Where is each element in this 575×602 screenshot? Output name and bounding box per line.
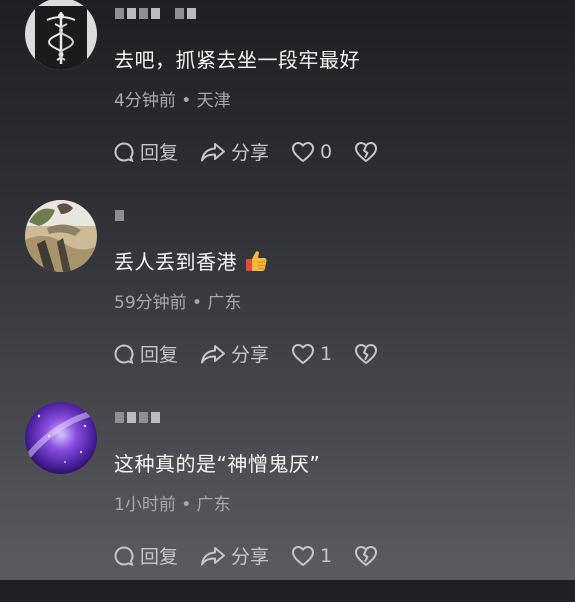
comment-actions: 回复 分享 0 bbox=[113, 138, 378, 165]
comment-text-body: 丢人丢到香港 bbox=[114, 250, 237, 274]
reply-button[interactable]: 回复 bbox=[113, 138, 178, 165]
meta-separator: • bbox=[175, 495, 197, 515]
reply-label: 回复 bbox=[140, 344, 179, 366]
comment-bubble-icon bbox=[114, 141, 134, 162]
like-button[interactable]: 1 bbox=[291, 545, 332, 567]
comment-time: 59分钟前 bbox=[114, 293, 187, 313]
comment-actions: 回复 分享 1 bbox=[113, 542, 378, 569]
comment-text-body: 去吧，抓紧去坐一段牢最好 bbox=[114, 48, 360, 72]
username-masked[interactable] bbox=[115, 210, 124, 221]
share-button[interactable]: 分享 bbox=[200, 138, 269, 165]
reply-button[interactable]: 回复 bbox=[113, 542, 178, 569]
username-masked[interactable] bbox=[115, 8, 196, 19]
comment-time: 1小时前 bbox=[114, 495, 176, 515]
dislike-button[interactable] bbox=[354, 545, 378, 567]
user-avatar[interactable] bbox=[25, 0, 97, 70]
comment-bubble-icon bbox=[114, 343, 134, 364]
comment-text-body: 这种真的是“神憎鬼厌” bbox=[114, 452, 321, 476]
reply-label: 回复 bbox=[140, 142, 179, 164]
share-arrow-icon bbox=[201, 546, 226, 565]
like-count: 0 bbox=[320, 140, 333, 163]
comment-time: 4分钟前 bbox=[114, 91, 176, 111]
username-masked[interactable] bbox=[115, 412, 160, 423]
user-avatar[interactable] bbox=[25, 402, 97, 474]
share-button[interactable]: 分享 bbox=[200, 340, 269, 367]
broken-heart-icon bbox=[355, 141, 378, 162]
dislike-button[interactable] bbox=[354, 141, 378, 163]
share-label: 分享 bbox=[231, 344, 270, 366]
comment-text: 丢人丢到香港 bbox=[114, 246, 269, 275]
reply-button[interactable]: 回复 bbox=[113, 340, 178, 367]
comment-location: 广东 bbox=[207, 293, 242, 313]
comment-actions: 回复 分享 1 bbox=[113, 340, 378, 367]
comment-item-3: 这种真的是“神憎鬼厌” 1小时前 • 广东 回复 分享 1 bbox=[0, 402, 575, 602]
share-button[interactable]: 分享 bbox=[200, 542, 269, 569]
dislike-button[interactable] bbox=[354, 343, 378, 365]
heart-icon bbox=[292, 141, 315, 162]
comment-location: 天津 bbox=[196, 91, 231, 111]
meta-separator: • bbox=[186, 293, 208, 313]
share-arrow-icon bbox=[201, 344, 226, 363]
broken-heart-icon bbox=[355, 545, 378, 566]
share-arrow-icon bbox=[201, 142, 226, 161]
user-avatar[interactable] bbox=[25, 200, 97, 272]
heart-icon bbox=[292, 343, 315, 364]
share-label: 分享 bbox=[231, 142, 270, 164]
heart-icon bbox=[292, 545, 315, 566]
comment-text: 去吧，抓紧去坐一段牢最好 bbox=[114, 44, 360, 73]
share-label: 分享 bbox=[231, 546, 270, 568]
like-count: 1 bbox=[320, 342, 333, 365]
like-count: 1 bbox=[320, 544, 333, 567]
comment-meta: 4分钟前 • 天津 bbox=[114, 86, 231, 111]
comment-location: 广东 bbox=[196, 495, 231, 515]
thumbs-up-emoji-icon bbox=[243, 248, 269, 274]
like-button[interactable]: 0 bbox=[291, 141, 332, 163]
comment-item-2: 丢人丢到香港 59分钟前 • 广东 回复 分享 1 bbox=[0, 200, 575, 400]
broken-heart-icon bbox=[355, 343, 378, 364]
comment-item-1: 去吧，抓紧去坐一段牢最好 4分钟前 • 天津 回复 分享 0 bbox=[0, 0, 575, 198]
comment-bubble-icon bbox=[114, 545, 134, 566]
comment-meta: 1小时前 • 广东 bbox=[114, 490, 231, 515]
like-button[interactable]: 1 bbox=[291, 343, 332, 365]
meta-separator: • bbox=[175, 91, 197, 111]
comment-meta: 59分钟前 • 广东 bbox=[114, 288, 241, 313]
reply-label: 回复 bbox=[140, 546, 179, 568]
comment-text: 这种真的是“神憎鬼厌” bbox=[114, 448, 320, 477]
